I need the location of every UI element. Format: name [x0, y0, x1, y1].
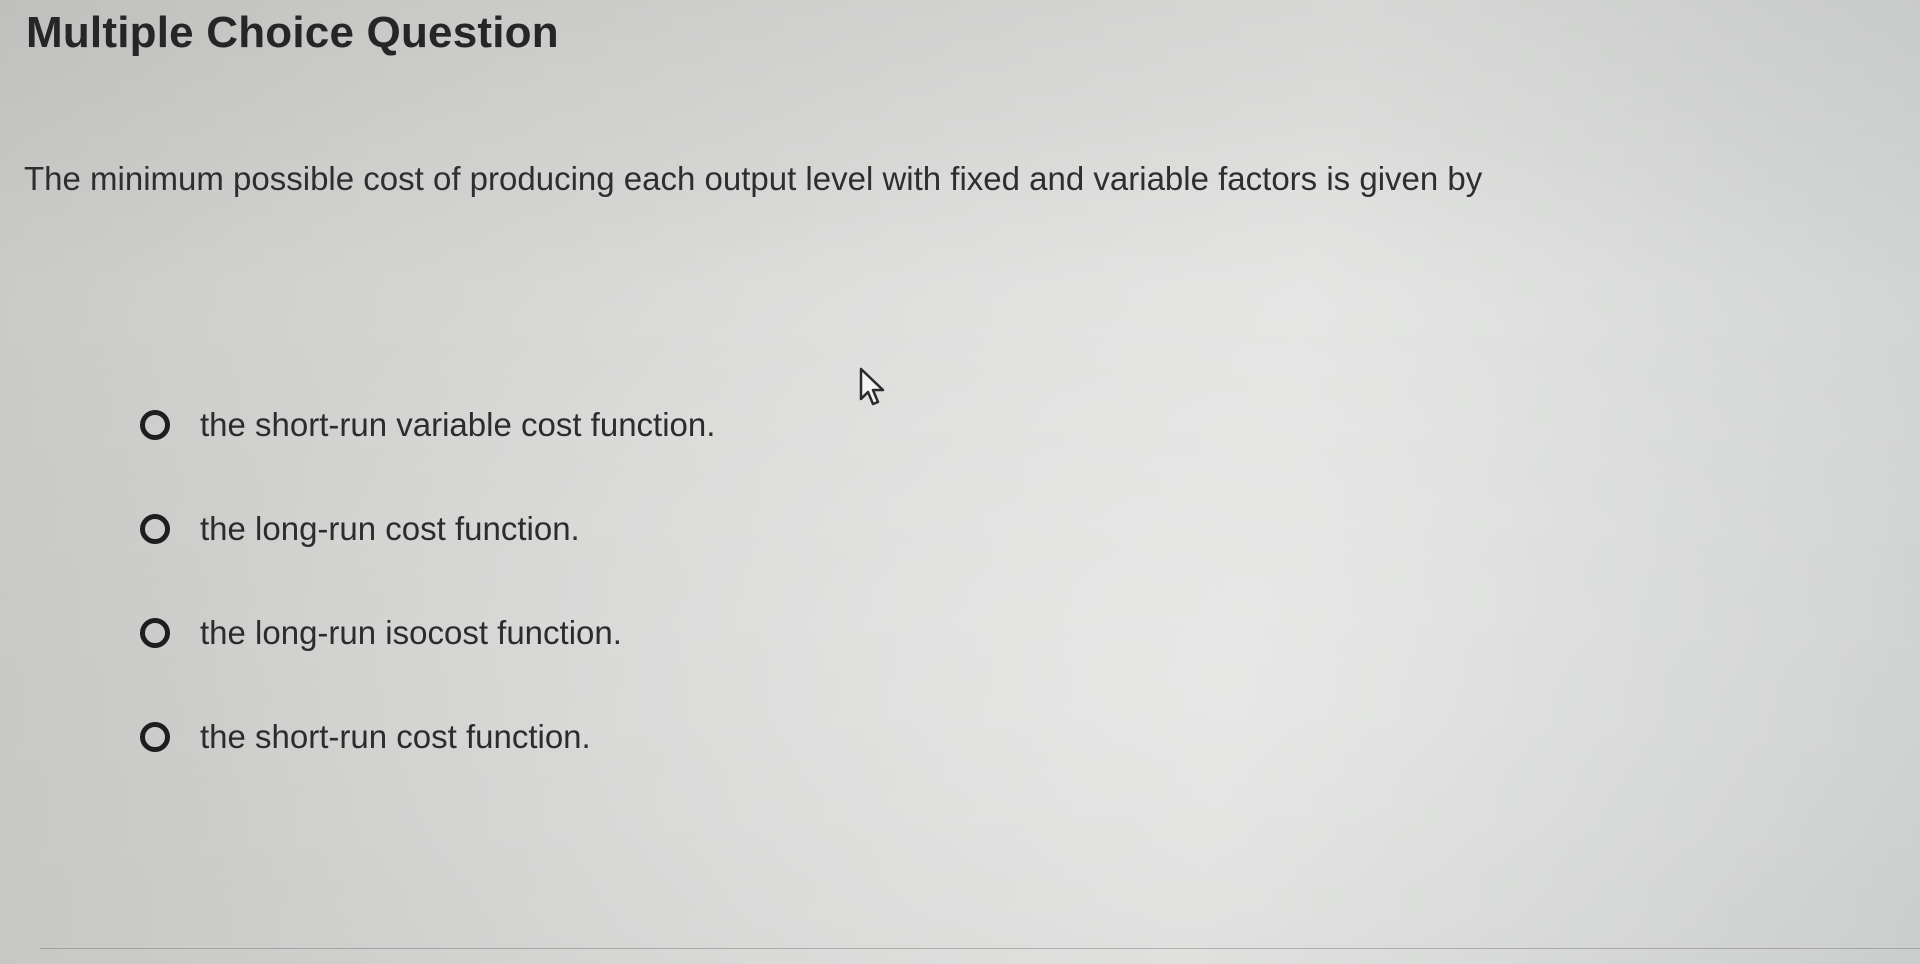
- radio-unselected-icon[interactable]: [140, 410, 170, 440]
- answer-option-long-run-cost[interactable]: the long-run cost function.: [140, 502, 715, 556]
- answer-option-long-run-isocost[interactable]: the long-run isocost function.: [140, 606, 715, 660]
- mouse-pointer-icon: [859, 367, 885, 406]
- answer-option-label: the long-run isocost function.: [200, 614, 622, 651]
- answer-option-short-run-variable-cost[interactable]: the short-run variable cost function.: [140, 398, 715, 452]
- question-prompt: The minimum possible cost of producing e…: [24, 160, 1483, 197]
- answer-option-short-run-cost[interactable]: the short-run cost function.: [140, 710, 715, 764]
- answer-choices: the short-run variable cost function. th…: [140, 398, 715, 814]
- radio-unselected-icon[interactable]: [140, 618, 170, 648]
- radio-unselected-icon[interactable]: [140, 722, 170, 752]
- divider: [40, 948, 1920, 949]
- answer-option-label: the short-run cost function.: [200, 718, 591, 755]
- question-type-heading: Multiple Choice Question: [26, 8, 559, 57]
- answer-option-label: the long-run cost function.: [200, 510, 580, 547]
- answer-option-label: the short-run variable cost function.: [200, 406, 716, 443]
- radio-unselected-icon[interactable]: [140, 514, 170, 544]
